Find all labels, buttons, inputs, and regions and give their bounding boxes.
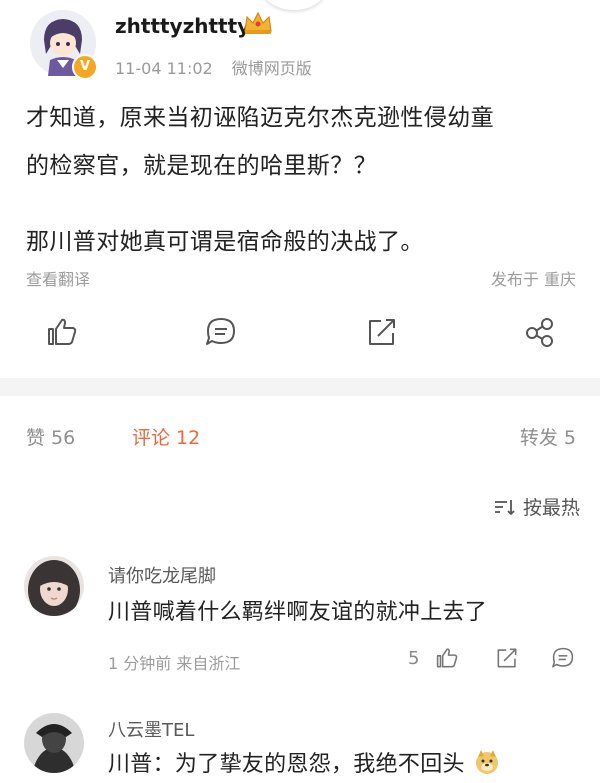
tab-reposts[interactable]: 转发 5 [520,423,576,450]
comment-avatar[interactable] [24,556,84,616]
translate-link[interactable]: 查看翻译 [26,266,90,290]
sort-icon [494,500,515,516]
comment-like-count: 5 [408,648,420,669]
post-text-line-1: 才知道，原来当初诬陷迈克尔杰克逊性侵幼童 [26,105,494,131]
comment-meta: 1 分钟前 来自浙江 [108,654,241,673]
post-username[interactable]: zhtttyzhttty [115,14,250,38]
crown-icon [244,11,272,34]
post-text-line-3: 那川普对她真可谓是宿命般的决战了。 [26,229,424,255]
share-out-icon[interactable] [364,314,400,350]
avatar-image [24,556,84,616]
tab-comments[interactable]: 评论 12 [132,423,200,450]
share-out-icon[interactable] [494,645,520,671]
post-location: 发布于 重庆 [490,270,576,289]
post-meta: 11-04 11:02 微博网页版 [115,55,312,79]
doge-emoji-icon [476,750,499,774]
avatar-image [24,713,84,773]
share-nodes-icon[interactable] [522,314,558,350]
comment-text-body: 川普：为了挚友的恩怨，我绝不回头 [108,752,465,777]
tab-likes[interactable]: 赞 56 [26,423,75,450]
sort-toggle[interactable]: 按最热 [493,493,580,520]
comment-username[interactable]: 八云墨TEL [108,716,194,742]
thumbs-up-icon[interactable] [44,314,80,350]
post-source: 微博网页版 [231,59,312,78]
sort-label: 按最热 [522,497,580,519]
comment-text: 川普：为了挚友的恩怨，我绝不回头 [108,746,500,778]
comment-icon[interactable] [203,314,239,350]
comment-icon[interactable] [550,645,576,671]
post-time: 11-04 11:02 [115,59,213,78]
post-text-line-2: 的检察官，就是现在的哈里斯？？ [26,153,377,179]
top-handle [262,0,326,10]
comment-text: 川普喊着什么羁绊啊友谊的就冲上去了 [108,600,488,625]
thumbs-up-icon[interactable] [434,645,460,671]
comment-username[interactable]: 请你吃龙尾脚 [108,562,216,588]
verified-badge: V [72,54,98,80]
section-divider [0,378,600,396]
comment-avatar[interactable] [24,713,84,773]
